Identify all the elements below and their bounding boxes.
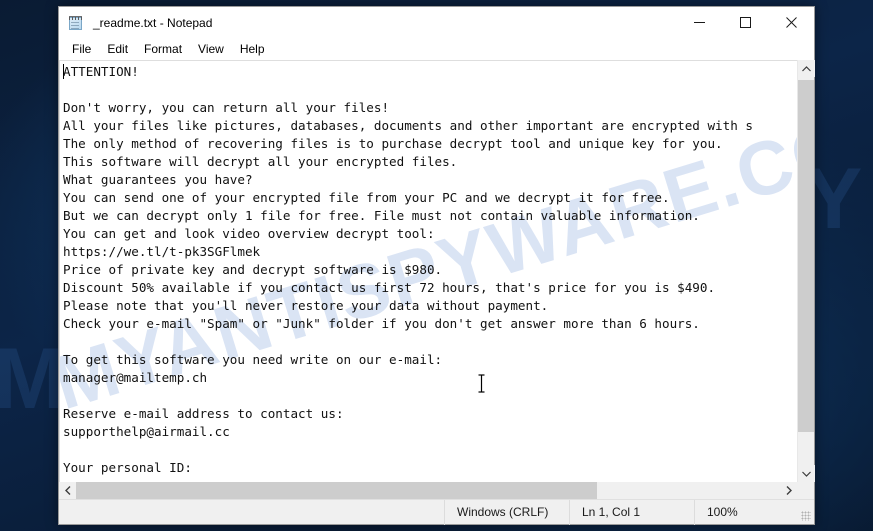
editor-region: MYANTISPYWARE.COM ATTENTION! Don't worry… [59,59,815,482]
notepad-icon [68,15,84,31]
menu-item-edit[interactable]: Edit [99,40,136,58]
status-bar: Windows (CRLF) Ln 1, Col 1 100% [59,499,814,525]
maximize-button[interactable] [722,7,768,38]
scroll-left-icon[interactable] [59,482,76,499]
vertical-scrollbar-track[interactable] [798,77,814,465]
scrollbar-corner [797,482,814,499]
vertical-scrollbar-thumb[interactable] [798,80,814,432]
menu-item-view[interactable]: View [190,40,232,58]
menu-item-help[interactable]: Help [232,40,273,58]
text-editor[interactable]: MYANTISPYWARE.COM ATTENTION! Don't worry… [59,60,797,482]
horizontal-scrollbar-row [59,482,814,499]
menu-bar: File Edit Format View Help [59,38,814,59]
minimize-button[interactable] [676,7,722,38]
window-title: _readme.txt - Notepad [93,15,213,30]
menu-item-format[interactable]: Format [136,40,190,58]
horizontal-scrollbar[interactable] [59,482,797,499]
notepad-window: _readme.txt - Notepad File Edit Format V… [58,6,815,525]
resize-grip[interactable] [801,511,811,521]
scroll-right-icon[interactable] [780,482,797,499]
status-zoom-level: 100% [694,499,814,525]
window-controls [676,7,814,38]
scroll-down-icon[interactable] [798,465,815,482]
horizontal-scrollbar-thumb[interactable] [76,482,597,499]
status-line-ending: Windows (CRLF) [444,499,569,525]
scroll-up-icon[interactable] [798,60,815,77]
menu-item-file[interactable]: File [64,40,99,58]
ransom-note-text: ATTENTION! Don't worry, you can return a… [63,64,753,475]
close-button[interactable] [768,7,814,38]
horizontal-scrollbar-track[interactable] [76,482,780,499]
vertical-scrollbar[interactable] [797,60,815,482]
title-bar[interactable]: _readme.txt - Notepad [59,7,814,38]
status-cursor-position: Ln 1, Col 1 [569,499,694,525]
